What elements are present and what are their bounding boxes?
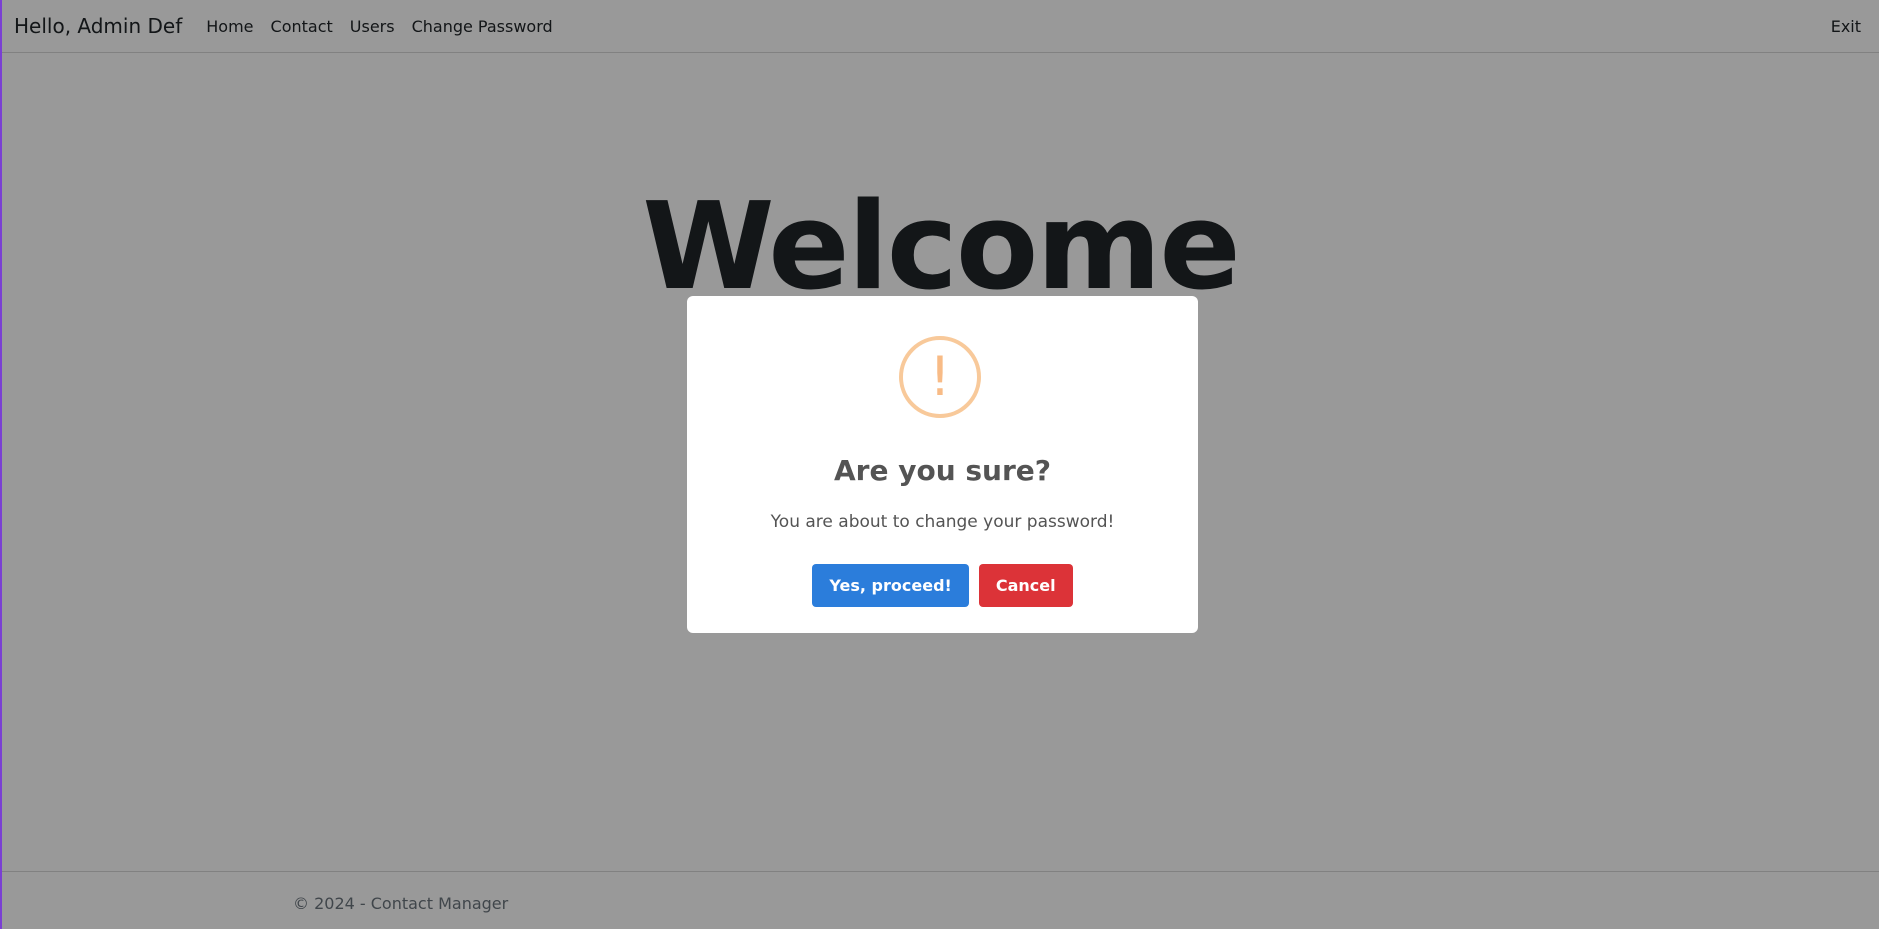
page: Hello, Admin Def Home Contact Users Chan… — [0, 0, 1879, 929]
confirm-dialog: ! Are you sure? You are about to change … — [687, 296, 1198, 633]
confirm-button[interactable]: Yes, proceed! — [812, 564, 969, 607]
warning-icon: ! — [899, 336, 981, 418]
cancel-button[interactable]: Cancel — [978, 564, 1073, 607]
dialog-title: Are you sure? — [833, 454, 1052, 487]
dialog-actions: Yes, proceed! Cancel — [687, 564, 1198, 607]
dialog-message: You are about to change your password! — [770, 512, 1115, 532]
